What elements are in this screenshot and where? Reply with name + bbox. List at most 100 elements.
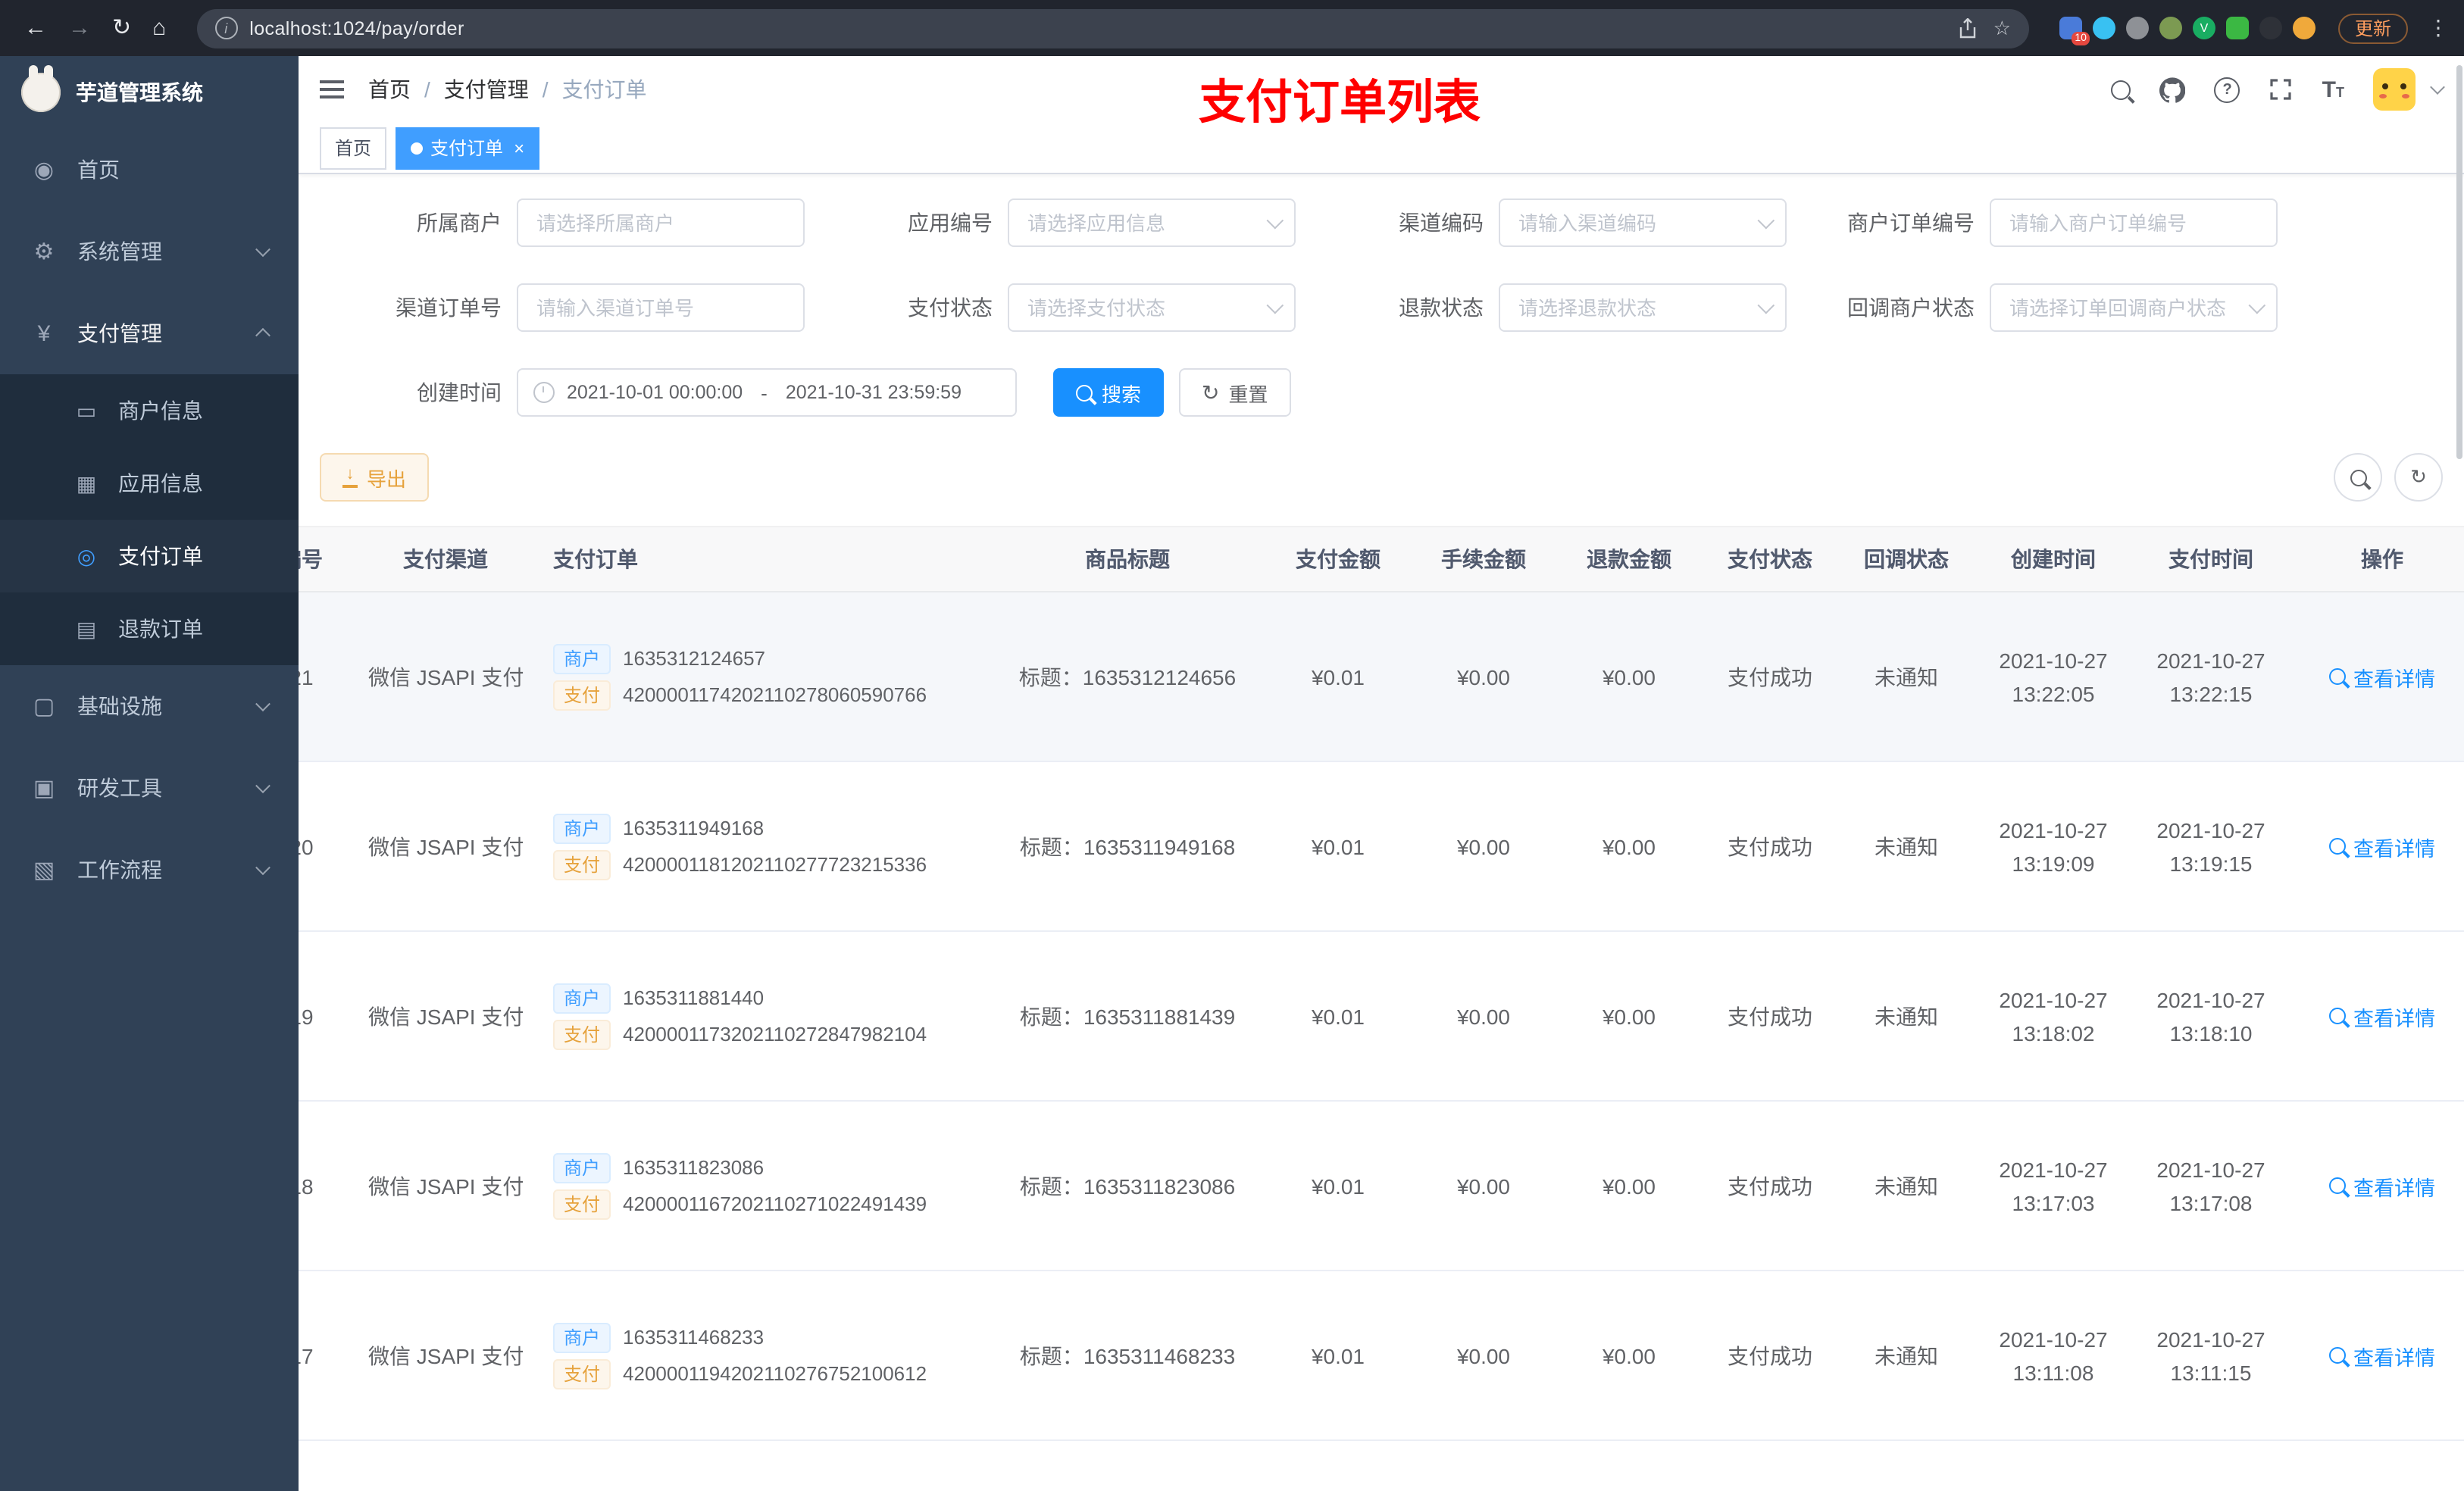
fullscreen-icon[interactable] <box>2269 77 2294 102</box>
field-label: 回调商户状态 <box>1847 295 1975 320</box>
merchant-badge: 商户 <box>553 1322 611 1352</box>
refund-status-select[interactable] <box>1499 283 1787 332</box>
chevron-down-icon <box>255 778 270 794</box>
sidebar-item-refund-order[interactable]: ▤ 退款订单 <box>0 592 299 665</box>
home-icon[interactable]: ⌂ <box>152 17 166 39</box>
user-avatar[interactable] <box>2373 68 2416 111</box>
app-frame: 芋道管理系统 ◉ 首页 ⚙ 系统管理 ¥ 支付管理 ▭ 商户信息 ▦ 应用信息 … <box>0 56 2464 1491</box>
pay-order-no: 4200001173202110272847982104 <box>623 1023 927 1046</box>
back-icon[interactable]: ← <box>24 17 47 39</box>
sidebar-item-pay-order[interactable]: ◎ 支付订单 <box>0 520 299 592</box>
view-detail-link[interactable]: 查看详情 <box>2329 661 2435 692</box>
avatar-dropdown-caret-icon[interactable] <box>2430 80 2445 95</box>
sidebar-item-app-info[interactable]: ▦ 应用信息 <box>0 447 299 520</box>
cell-action: 查看详情 <box>2290 592 2464 762</box>
cell-refund: ¥0.00 <box>1556 592 1702 762</box>
sidebar-item-label: 基础设施 <box>77 694 162 718</box>
extension-icon[interactable] <box>2225 17 2249 39</box>
merchant-order-no: 1635311949168 <box>623 817 765 839</box>
pay-status-field[interactable] <box>1024 295 1258 320</box>
date-start[interactable]: 2021-10-01 00:00:00 <box>567 382 743 403</box>
export-button[interactable]: ↓ 导出 <box>320 453 430 502</box>
cell-id: 21 <box>299 592 356 762</box>
sidebar-item-label: 支付订单 <box>118 544 203 568</box>
address-bar[interactable]: i localhost:1024/pay/order ☆ <box>196 8 2029 48</box>
sidebar-item-home[interactable]: ◉ 首页 <box>0 129 299 211</box>
sidebar-toggle-icon[interactable] <box>320 80 344 98</box>
notify-status-select[interactable] <box>1990 283 2278 332</box>
github-icon[interactable] <box>2159 77 2186 102</box>
extension-icon[interactable] <box>2125 17 2149 39</box>
app-no-select[interactable] <box>1008 198 1296 247</box>
search-button[interactable]: 搜索 <box>1053 368 1165 417</box>
channel-code-field[interactable] <box>1515 210 1749 236</box>
view-detail-link[interactable]: 查看详情 <box>2329 1001 2435 1031</box>
sidebar-item-merchant-info[interactable]: ▭ 商户信息 <box>0 374 299 447</box>
update-button[interactable]: 更新 <box>2337 13 2408 43</box>
tag-close-icon[interactable]: × <box>514 139 524 157</box>
date-range-picker[interactable]: 2021-10-01 00:00:00 - 2021-10-31 23:59:5… <box>517 368 1017 417</box>
scrollbar-thumb[interactable] <box>2456 65 2462 459</box>
pay-badge: 支付 <box>553 1189 611 1219</box>
forward-icon[interactable]: → <box>68 17 91 39</box>
merchant-order-no-field[interactable] <box>2006 210 2261 236</box>
extension-icon[interactable] <box>2092 17 2115 39</box>
col-notify: 回调状态 <box>1838 526 1975 592</box>
sidebar-logo[interactable]: 芋道管理系统 <box>0 56 299 129</box>
sidebar-item-workflow[interactable]: ▧ 工作流程 <box>0 829 299 911</box>
view-detail-link[interactable]: 查看详情 <box>2329 1171 2435 1201</box>
sidebar-item-label: 系统管理 <box>77 239 162 264</box>
toggle-search-button[interactable] <box>2334 453 2382 502</box>
breadcrumb-section[interactable]: 支付管理 <box>444 74 529 105</box>
refresh-table-button[interactable]: ↻ <box>2394 453 2443 502</box>
reset-button[interactable]: ↻ 重置 <box>1179 368 1291 417</box>
pay-order-no: 4200001181202110277723215336 <box>623 853 927 876</box>
reload-icon[interactable]: ↻ <box>112 17 131 39</box>
sidebar-item-pay[interactable]: ¥ 支付管理 <box>0 292 299 374</box>
page-scrollbar[interactable] <box>2456 56 2464 1491</box>
merchant-input-field[interactable] <box>533 210 788 236</box>
channel-order-no-input[interactable] <box>517 283 805 332</box>
tag-pay-order[interactable]: 支付订单 × <box>396 127 540 169</box>
extension-pin-icon[interactable] <box>2259 17 2282 39</box>
search-icon <box>2329 838 2346 855</box>
notify-status-field[interactable] <box>2006 295 2240 320</box>
merchant-input[interactable] <box>517 198 805 247</box>
chevron-down-icon <box>2248 296 2266 314</box>
date-end[interactable]: 2021-10-31 23:59:59 <box>786 382 962 403</box>
breadcrumb-home[interactable]: 首页 <box>368 74 411 105</box>
channel-order-no-field[interactable] <box>533 295 788 320</box>
merchant-badge: 商户 <box>553 983 611 1013</box>
sidebar-item-dev-tools[interactable]: ▣ 研发工具 <box>0 747 299 829</box>
cell-subject: 标题：1635311949168 <box>990 761 1265 932</box>
browser-menu-icon[interactable]: ⋮ <box>2428 15 2449 41</box>
font-size-icon[interactable]: TT <box>2322 78 2344 101</box>
extension-puzzle-icon[interactable]: 10 <box>2059 17 2090 45</box>
page-info-icon[interactable]: i <box>214 17 238 39</box>
briefcase-icon: ▧ <box>33 858 55 883</box>
sidebar-item-infrastructure[interactable]: ▢ 基础设施 <box>0 665 299 747</box>
table-row-partial: 商户1635311451786 <box>299 1440 2464 1491</box>
sidebar-item-system[interactable]: ⚙ 系统管理 <box>0 211 299 292</box>
view-detail-link[interactable]: 查看详情 <box>2329 831 2435 861</box>
chevron-down-icon <box>1266 211 1284 230</box>
merchant-order-no-input[interactable] <box>1990 198 2278 247</box>
extension-icon[interactable] <box>2159 17 2182 39</box>
document-icon: ▤ <box>76 616 97 640</box>
refund-status-field[interactable] <box>1515 295 1749 320</box>
profile-avatar-icon[interactable] <box>2292 17 2315 39</box>
view-detail-link[interactable]: 查看详情 <box>2329 1340 2435 1371</box>
channel-code-select[interactable] <box>1499 198 1787 247</box>
share-icon[interactable] <box>1959 17 1978 39</box>
search-icon[interactable] <box>2111 80 2131 99</box>
breadcrumb-separator: / <box>542 77 549 102</box>
cell-status: 支付成功 <box>1702 592 1838 762</box>
subject-prefix: 标题： <box>1019 1343 1083 1368</box>
help-icon[interactable]: ? <box>2214 77 2240 102</box>
pay-badge: 支付 <box>553 1358 611 1389</box>
tag-home[interactable]: 首页 <box>320 127 387 169</box>
pay-status-select[interactable] <box>1008 283 1296 332</box>
app-no-select-field[interactable] <box>1024 210 1258 236</box>
extension-icon[interactable]: V <box>2192 17 2215 39</box>
bookmark-star-icon[interactable]: ☆ <box>1993 16 2011 40</box>
